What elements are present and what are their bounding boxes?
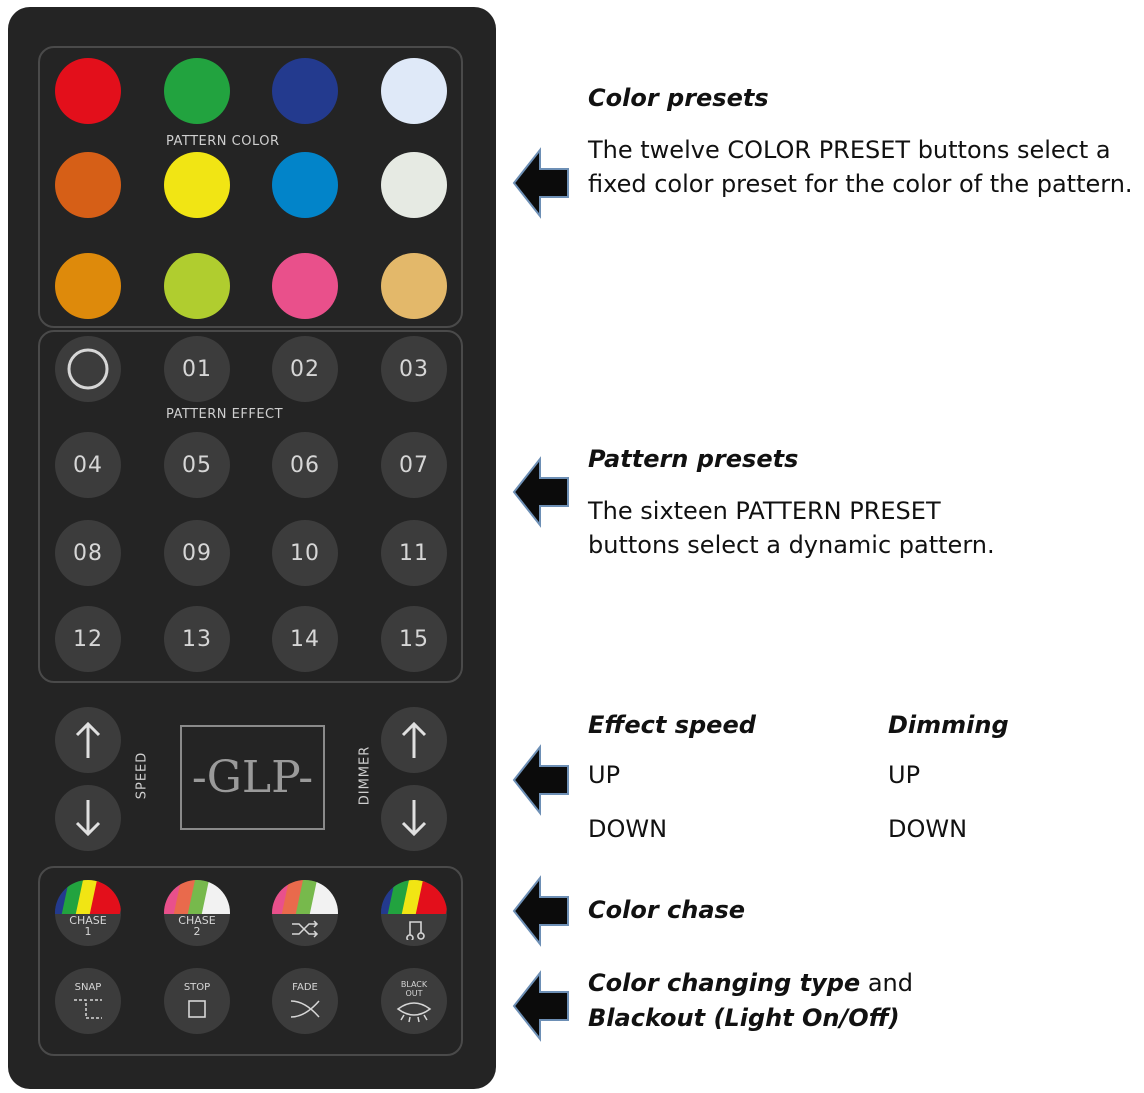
pattern-button-03[interactable]: 03 bbox=[381, 336, 447, 402]
fade-button[interactable]: FADE bbox=[272, 968, 338, 1034]
chase-random-button[interactable] bbox=[272, 880, 338, 946]
dimmer-up-button[interactable] bbox=[381, 707, 447, 773]
pattern-button-07[interactable]: 07 bbox=[381, 432, 447, 498]
blackout-label: BLACK OUT bbox=[400, 980, 428, 998]
dim-down-text: DOWN bbox=[888, 815, 968, 843]
pattern-button-13[interactable]: 13 bbox=[164, 606, 230, 672]
color-button-blue[interactable] bbox=[272, 58, 338, 124]
stop-label: STOP bbox=[183, 982, 211, 993]
dimmer-down-button[interactable] bbox=[381, 785, 447, 851]
chase-2-label-b: 2 bbox=[193, 925, 201, 938]
snap-icon bbox=[74, 999, 102, 1019]
pattern-button-02[interactable]: 02 bbox=[272, 336, 338, 402]
color-button-green[interactable] bbox=[164, 58, 230, 124]
speed-down-button[interactable] bbox=[55, 785, 121, 851]
speed-up-button[interactable] bbox=[55, 707, 121, 773]
fade-icon bbox=[290, 1000, 320, 1018]
snap-label: SNAP bbox=[74, 982, 102, 993]
chase-1-button[interactable]: CHASE 1 bbox=[55, 880, 121, 946]
color-presets-title: Color presets bbox=[588, 84, 769, 112]
eye-closed-icon bbox=[396, 1002, 432, 1023]
pattern-off-button[interactable] bbox=[55, 336, 121, 402]
chase-music-button[interactable] bbox=[381, 880, 447, 946]
arrow-changing-type-icon bbox=[512, 970, 569, 1042]
color-button-lime[interactable] bbox=[164, 253, 230, 319]
shuffle-icon bbox=[292, 920, 319, 938]
fade-label: FADE bbox=[292, 982, 318, 993]
music-note-icon bbox=[406, 921, 425, 940]
dim-up-text: UP bbox=[888, 761, 921, 789]
pattern-button-08[interactable]: 08 bbox=[55, 520, 121, 586]
pattern-button-06[interactable]: 06 bbox=[272, 432, 338, 498]
color-button-orange[interactable] bbox=[55, 152, 121, 218]
chase-1-label-b: 1 bbox=[84, 925, 92, 938]
dimming-title: Dimming bbox=[888, 711, 1009, 739]
color-button-yellow[interactable] bbox=[164, 152, 230, 218]
pattern-effect-label: PATTERN EFFECT bbox=[166, 407, 284, 422]
pattern-button-04[interactable]: 04 bbox=[55, 432, 121, 498]
speed-label: SPEED bbox=[134, 751, 150, 800]
color-button-pink[interactable] bbox=[272, 253, 338, 319]
changing-type-line: Color changing type and bbox=[588, 966, 913, 1000]
pattern-button-12[interactable]: 12 bbox=[55, 606, 121, 672]
arrow-pattern-presets-icon bbox=[512, 456, 569, 528]
pattern-button-14[interactable]: 14 bbox=[272, 606, 338, 672]
changing-type-and: and bbox=[860, 969, 913, 997]
color-button-red[interactable] bbox=[55, 58, 121, 124]
pattern-presets-text: The sixteen PATTERN PRESET buttons selec… bbox=[588, 497, 995, 559]
blackout-title: Blackout (Light On/Off) bbox=[588, 1004, 900, 1032]
blackout-button[interactable]: BLACK OUT bbox=[381, 968, 447, 1034]
color-button-warm[interactable] bbox=[381, 253, 447, 319]
arrow-speed-dimming-icon bbox=[512, 744, 569, 816]
color-button-cyan[interactable] bbox=[272, 152, 338, 218]
arrow-color-presets-icon bbox=[512, 147, 569, 219]
color-presets-text: The twelve COLOR PRESET buttons select a… bbox=[588, 136, 1133, 198]
color-button-white[interactable] bbox=[381, 152, 447, 218]
pattern-button-09[interactable]: 09 bbox=[164, 520, 230, 586]
chase-2-button[interactable]: CHASE 2 bbox=[164, 880, 230, 946]
arrow-color-chase-icon bbox=[512, 875, 569, 947]
pattern-button-15[interactable]: 15 bbox=[381, 606, 447, 672]
color-chase-title: Color chase bbox=[588, 896, 746, 924]
color-button-amber[interactable] bbox=[55, 253, 121, 319]
pattern-button-11[interactable]: 11 bbox=[381, 520, 447, 586]
dimmer-label: DIMMER bbox=[357, 745, 373, 806]
pattern-button-05[interactable]: 05 bbox=[164, 432, 230, 498]
pattern-presets-title: Pattern presets bbox=[588, 445, 799, 473]
stop-button[interactable]: STOP bbox=[164, 968, 230, 1034]
pattern-button-10[interactable]: 10 bbox=[272, 520, 338, 586]
stop-icon bbox=[188, 1000, 206, 1018]
pattern-color-label: PATTERN COLOR bbox=[166, 134, 280, 149]
pattern-button-01[interactable]: 01 bbox=[164, 336, 230, 402]
snap-button[interactable]: SNAP bbox=[55, 968, 121, 1034]
logo-text: -GLP- bbox=[191, 752, 314, 803]
changing-type-title: Color changing type bbox=[588, 969, 861, 997]
speed-down-text: DOWN bbox=[588, 815, 668, 843]
color-button-light-blue[interactable] bbox=[381, 58, 447, 124]
effect-speed-title: Effect speed bbox=[588, 711, 756, 739]
speed-up-text: UP bbox=[588, 761, 621, 789]
glp-logo: -GLP- bbox=[180, 725, 325, 830]
